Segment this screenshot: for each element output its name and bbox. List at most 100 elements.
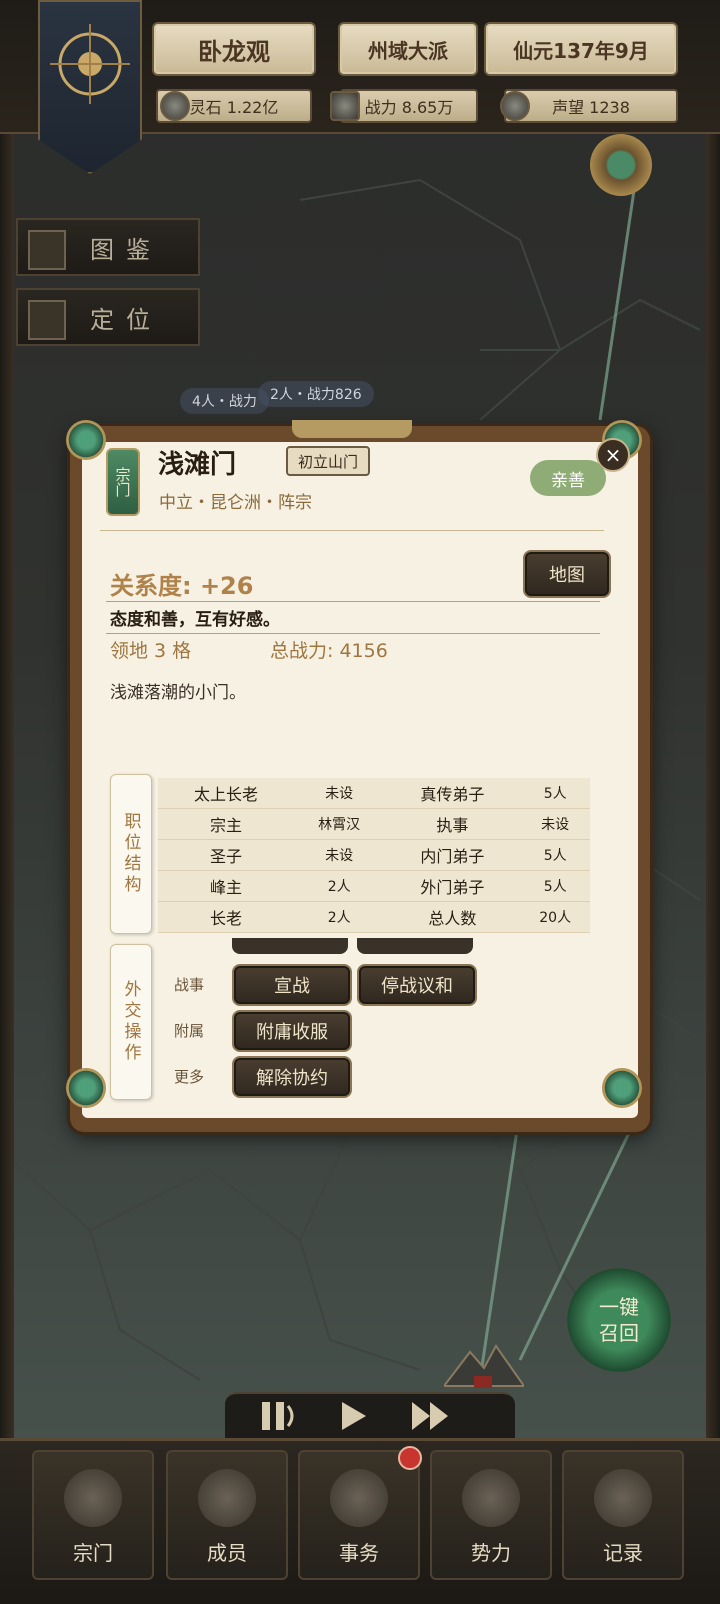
recall-label: 一键召回 — [599, 1295, 639, 1345]
book-icon — [594, 1469, 652, 1527]
combat-power-stat: 战力 8.65万 — [340, 89, 478, 123]
war-label: 战事 — [174, 976, 205, 994]
prestige-text: 声望 1238 — [552, 98, 630, 117]
sect-tier-badge: 初立山门 — [286, 446, 371, 476]
territory-text: 领地 3 格 — [110, 640, 192, 662]
spirit-stones-text: 灵石 1.22亿 — [189, 98, 279, 117]
pause-icon[interactable] — [258, 1398, 298, 1434]
scroll-icon — [330, 1469, 388, 1527]
map-button[interactable]: 地图 — [523, 550, 611, 598]
sword-icon — [330, 91, 360, 121]
roster-key: 太上长老 — [158, 778, 294, 809]
clipped-button-top — [357, 938, 473, 954]
roster-value: 2人 — [293, 901, 385, 933]
sect-banner[interactable] — [38, 0, 142, 174]
roster-value: 20人 — [520, 901, 590, 933]
sect-description: 浅滩落潮的小门。 — [110, 683, 246, 703]
roster-key: 内门弟子 — [384, 839, 521, 871]
prestige-icon — [500, 91, 530, 121]
roster-table: 太上长老 未设 真传弟子 5人 宗主 林霄汉 执事 未设 圣子 未设 内门弟子 … — [158, 778, 590, 933]
roster-value: 林霄汉 — [293, 808, 385, 840]
roster-key: 执事 — [384, 808, 521, 840]
roster-value: 5人 — [520, 778, 590, 809]
locate-icon — [28, 300, 66, 340]
more-label: 更多 — [174, 1068, 205, 1086]
mountain-icon[interactable] — [441, 1340, 526, 1390]
attitude-badge: 亲善 — [530, 460, 606, 496]
ceasefire-button[interactable]: 停战议和 — [357, 964, 477, 1006]
clipped-button-top — [232, 938, 348, 954]
member-icon — [198, 1469, 256, 1527]
map-army-tag-2[interactable]: 2人・战力826 — [258, 381, 374, 407]
table-row: 圣子 未设 内门弟子 5人 — [158, 839, 590, 871]
roster-value: 未设 — [520, 808, 590, 840]
nav-affairs-label: 事务 — [339, 1541, 379, 1565]
divider — [106, 601, 600, 602]
nav-records[interactable]: 记录 — [562, 1450, 684, 1580]
roster-value: 2人 — [293, 870, 385, 902]
spirit-stone-icon — [160, 91, 190, 121]
roster-key: 真传弟子 — [384, 778, 521, 809]
divider — [106, 633, 600, 634]
map-army-tag-1[interactable]: 4人・战力 — [180, 388, 269, 414]
play-icon[interactable] — [338, 1400, 368, 1432]
roster-value: 5人 — [520, 839, 590, 871]
table-row: 长老 2人 总人数 20人 — [158, 901, 590, 933]
corner-ornament-icon — [66, 420, 106, 460]
locate-label: 定位 — [90, 305, 162, 334]
combat-power-text: 战力 8.65万 — [364, 98, 454, 117]
nav-members-label: 成员 — [207, 1541, 247, 1565]
nav-affairs[interactable]: 事务 — [298, 1450, 420, 1580]
divider — [100, 530, 604, 531]
nav-sect[interactable]: 宗门 — [32, 1450, 154, 1580]
roster-tab[interactable]: 职位结构 — [110, 774, 152, 934]
sect-name: 卧龙观 — [152, 22, 316, 76]
left-frame — [0, 0, 14, 1601]
roster-key: 总人数 — [384, 901, 521, 933]
atlas-button[interactable]: 图鉴 — [16, 218, 200, 276]
settings-gear-icon[interactable] — [590, 134, 652, 196]
close-icon: × — [604, 443, 622, 467]
atlas-label: 图鉴 — [90, 235, 162, 264]
right-frame — [706, 0, 720, 1601]
roster-value: 未设 — [293, 778, 385, 809]
corner-ornament-icon — [66, 1068, 106, 1108]
sect-subtitle: 中立・昆仑洲・阵宗 — [159, 493, 312, 513]
relation-value: 关系度: +26 — [110, 572, 254, 600]
declare-war-button[interactable]: 宣战 — [232, 964, 352, 1006]
table-row: 宗主 林霄汉 执事 未设 — [158, 808, 590, 840]
notification-dot — [398, 1446, 422, 1470]
game-date: 仙元137年9月 — [484, 22, 678, 76]
sect-seal: 宗门 — [106, 448, 140, 516]
table-row: 峰主 2人 外门弟子 5人 — [158, 870, 590, 902]
roster-key: 宗主 — [158, 808, 294, 840]
nav-forces-label: 势力 — [471, 1541, 511, 1565]
roster-value: 未设 — [293, 839, 385, 871]
sect-title: 浅滩门 — [158, 450, 237, 480]
nav-forces[interactable]: 势力 — [430, 1450, 552, 1580]
nav-records-label: 记录 — [603, 1541, 643, 1565]
roster-value: 5人 — [520, 870, 590, 902]
sect-emblem-icon — [50, 24, 130, 104]
terminate-pact-button[interactable]: 解除协约 — [232, 1056, 352, 1098]
nav-members[interactable]: 成员 — [166, 1450, 288, 1580]
corner-ornament-icon — [602, 1068, 642, 1108]
atlas-icon — [28, 230, 66, 270]
fast-forward-icon[interactable] — [410, 1400, 452, 1432]
prestige-stat: 声望 1238 — [504, 89, 678, 123]
total-power-text: 总战力: 4156 — [270, 640, 388, 662]
sect-icon — [64, 1469, 122, 1527]
recall-button[interactable]: 一键召回 — [567, 1268, 671, 1372]
vassal-label: 附属 — [174, 1022, 205, 1040]
locate-button[interactable]: 定位 — [16, 288, 200, 346]
roster-key: 峰主 — [158, 870, 294, 902]
diplomacy-tab[interactable]: 外交操作 — [110, 944, 152, 1100]
roster-key: 圣子 — [158, 839, 294, 871]
subjugate-button[interactable]: 附庸收服 — [232, 1010, 352, 1052]
banner-icon — [462, 1469, 520, 1527]
roster-key: 长老 — [158, 901, 294, 933]
roster-key: 外门弟子 — [384, 870, 521, 902]
dialog-top-ornament — [292, 420, 412, 438]
table-row: 太上长老 未设 真传弟子 5人 — [158, 778, 590, 809]
sect-rank: 州域大派 — [338, 22, 478, 76]
